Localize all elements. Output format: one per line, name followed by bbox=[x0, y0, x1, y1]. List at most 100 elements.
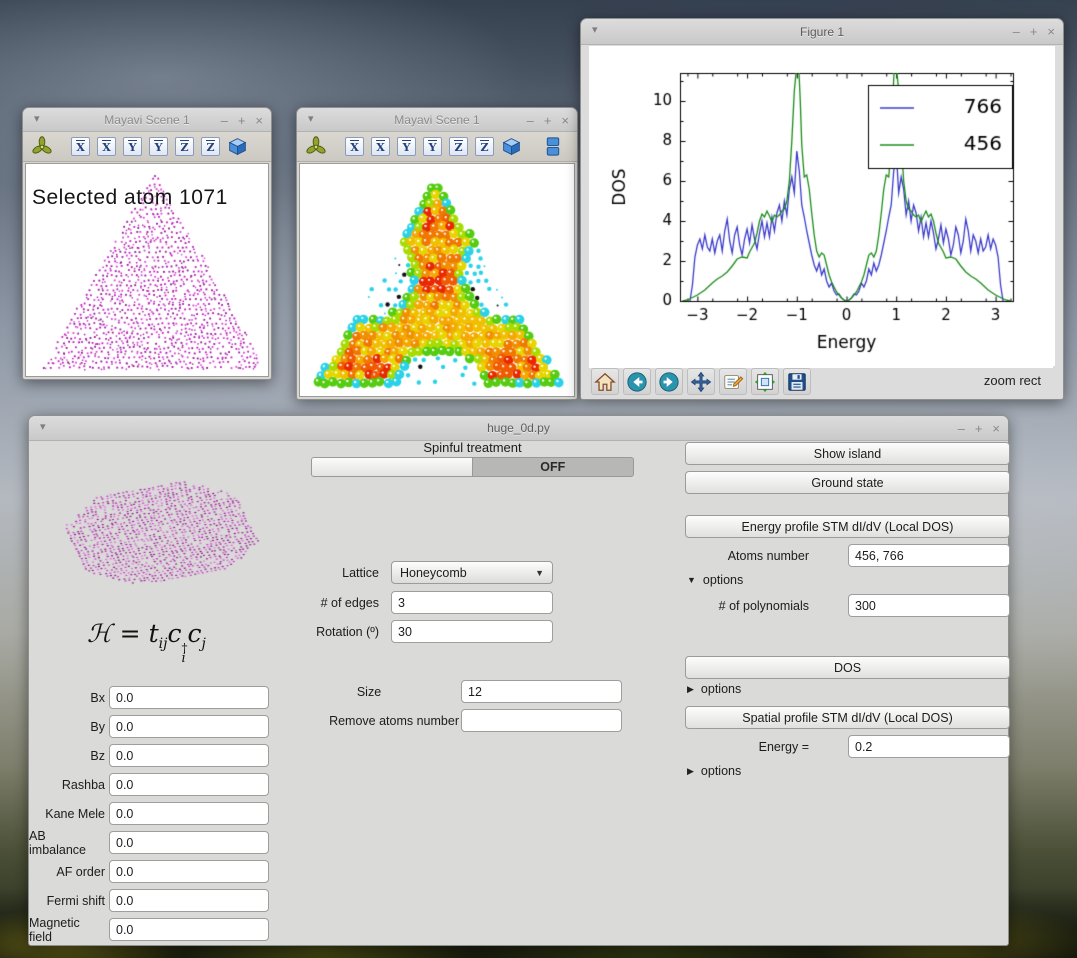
close-button[interactable]: × bbox=[1047, 25, 1055, 38]
save-button[interactable] bbox=[783, 368, 811, 395]
minimize-button[interactable]: – bbox=[221, 114, 228, 127]
ground-state-button[interactable]: Ground state bbox=[685, 471, 1010, 494]
view-x-neg-button[interactable]: X bbox=[71, 137, 90, 156]
figure-titlebar[interactable]: ▾ Figure 1 – + × bbox=[581, 19, 1063, 45]
toggle-knob[interactable] bbox=[312, 458, 473, 476]
mayavi1-titlebar[interactable]: ▾ Mayavi Scene 1 – + × bbox=[23, 108, 271, 132]
configure-subplots-button[interactable] bbox=[751, 368, 779, 395]
maximize-button[interactable]: + bbox=[544, 114, 552, 127]
figure-toolbar: zoom rect bbox=[589, 366, 1055, 397]
rashba-input[interactable] bbox=[109, 773, 269, 796]
window-menu-icon[interactable]: ▾ bbox=[40, 420, 46, 433]
pan-button[interactable] bbox=[687, 368, 715, 395]
fermi-shift-input[interactable] bbox=[109, 889, 269, 912]
spatial-profile-button[interactable]: Spatial profile STM dI/dV (Local DOS) bbox=[685, 706, 1010, 729]
bx-input[interactable] bbox=[109, 686, 269, 709]
view-y-pos-button[interactable]: Y bbox=[423, 137, 442, 156]
back-button[interactable] bbox=[623, 368, 651, 395]
af-order-input[interactable] bbox=[109, 860, 269, 883]
mayavi1-toolbar: X X Y Y Z Z bbox=[23, 132, 271, 162]
toolbar-status-text: zoom rect bbox=[983, 373, 1041, 388]
kane-mele-input[interactable] bbox=[109, 802, 269, 825]
view-z-pos-button[interactable]: Z bbox=[201, 137, 220, 156]
minimize-button[interactable]: – bbox=[527, 114, 534, 127]
field-label: Magnetic field bbox=[29, 915, 80, 944]
home-button[interactable] bbox=[591, 368, 619, 395]
mayavi2-title: Mayavi Scene 1 bbox=[394, 112, 480, 127]
isometric-view-icon[interactable] bbox=[501, 136, 522, 157]
subplots-icon bbox=[754, 371, 776, 392]
mayavi2-scene[interactable] bbox=[299, 163, 575, 397]
window-figure-1: ▾ Figure 1 – + × zoom rect bbox=[580, 18, 1064, 400]
pan-arrows-icon bbox=[690, 371, 712, 392]
polynomials-input[interactable] bbox=[848, 594, 1010, 617]
show-island-button[interactable]: Show island bbox=[685, 442, 1010, 465]
window-mayavi-2: ▾ Mayavi Scene 1 – + × X X Y Y Z Z bbox=[296, 107, 578, 400]
spatial-options-expander[interactable]: ▶ options bbox=[687, 764, 741, 778]
toggle-state-label: OFF bbox=[540, 460, 566, 474]
maximize-button[interactable]: + bbox=[238, 114, 246, 127]
by-input[interactable] bbox=[109, 715, 269, 738]
view-y-neg-button[interactable]: Y bbox=[123, 137, 142, 156]
edges-input[interactable] bbox=[391, 591, 553, 614]
ab-imbalance-input[interactable] bbox=[109, 831, 269, 854]
rotation-input[interactable] bbox=[391, 620, 553, 643]
view-y-pos-button[interactable]: Y bbox=[149, 137, 168, 156]
remove-atoms-input[interactable] bbox=[461, 709, 622, 732]
view-x-pos-button[interactable]: X bbox=[97, 137, 116, 156]
energy-input[interactable] bbox=[848, 735, 1010, 758]
edit-parameters-button[interactable] bbox=[719, 368, 747, 395]
spinful-treatment-label: Spinful treatment bbox=[423, 440, 522, 455]
close-button[interactable]: × bbox=[992, 422, 1000, 435]
view-z-neg-button[interactable]: Z bbox=[449, 137, 468, 156]
mayavi1-scene[interactable]: Selected atom 1071 bbox=[25, 163, 269, 377]
polynomials-label: # of polynomials bbox=[718, 598, 809, 613]
minimize-button[interactable]: – bbox=[1013, 25, 1020, 38]
window-menu-icon[interactable]: ▾ bbox=[34, 112, 40, 125]
lattice-label: Lattice bbox=[342, 565, 379, 580]
atoms-number-input[interactable] bbox=[848, 544, 1010, 567]
save-floppy-icon bbox=[788, 372, 806, 391]
size-input[interactable] bbox=[461, 680, 622, 703]
maximize-button[interactable]: + bbox=[975, 422, 983, 435]
mayavi1-title: Mayavi Scene 1 bbox=[104, 112, 190, 127]
window-menu-icon[interactable]: ▾ bbox=[592, 23, 598, 36]
lattice-dropdown[interactable]: Honeycomb ▼ bbox=[391, 561, 553, 584]
expander-closed-icon: ▶ bbox=[687, 683, 694, 694]
view-x-neg-button[interactable]: X bbox=[345, 137, 364, 156]
dos-options-expander[interactable]: ▶ options bbox=[687, 682, 741, 696]
field-label: AF order bbox=[56, 864, 105, 879]
mayavi2-toolbar: X X Y Y Z Z bbox=[297, 132, 577, 162]
rotation-label: Rotation (º) bbox=[316, 624, 379, 639]
home-icon bbox=[594, 372, 616, 391]
fullscreen-toggle-icon[interactable] bbox=[544, 136, 562, 157]
bz-input[interactable] bbox=[109, 744, 269, 767]
size-label: Size bbox=[356, 684, 382, 699]
field-label: Bz bbox=[90, 748, 105, 763]
isometric-view-icon[interactable] bbox=[227, 136, 248, 157]
view-z-pos-button[interactable]: Z bbox=[475, 137, 494, 156]
spinful-treatment-toggle[interactable]: OFF bbox=[311, 457, 634, 477]
maximize-button[interactable]: + bbox=[1030, 25, 1038, 38]
field-label: By bbox=[90, 719, 105, 734]
island-visualization bbox=[300, 164, 574, 396]
mayavi2-titlebar[interactable]: ▾ Mayavi Scene 1 – + × bbox=[297, 108, 577, 132]
dos-plot[interactable] bbox=[589, 46, 1053, 368]
mayavi-logo-icon bbox=[306, 135, 326, 154]
field-label: Fermi shift bbox=[46, 893, 105, 908]
energy-profile-button[interactable]: Energy profile STM dI/dV (Local DOS) bbox=[685, 515, 1010, 538]
view-z-neg-button[interactable]: Z bbox=[175, 137, 194, 156]
app-titlebar[interactable]: ▾ huge_0d.py – + × bbox=[29, 416, 1008, 441]
window-mayavi-1: ▾ Mayavi Scene 1 – + × X X Y Y Z Z Selec… bbox=[22, 107, 272, 380]
dos-button[interactable]: DOS bbox=[685, 656, 1010, 679]
magnetic-field-input[interactable] bbox=[109, 918, 269, 941]
figure-canvas-area[interactable] bbox=[589, 46, 1055, 368]
view-y-neg-button[interactable]: Y bbox=[397, 137, 416, 156]
close-button[interactable]: × bbox=[561, 114, 569, 127]
energy-profile-options-expander[interactable]: ▼ options bbox=[687, 573, 743, 587]
minimize-button[interactable]: – bbox=[958, 422, 965, 435]
window-menu-icon[interactable]: ▾ bbox=[308, 112, 314, 125]
forward-button[interactable] bbox=[655, 368, 683, 395]
view-x-pos-button[interactable]: X bbox=[371, 137, 390, 156]
close-button[interactable]: × bbox=[255, 114, 263, 127]
